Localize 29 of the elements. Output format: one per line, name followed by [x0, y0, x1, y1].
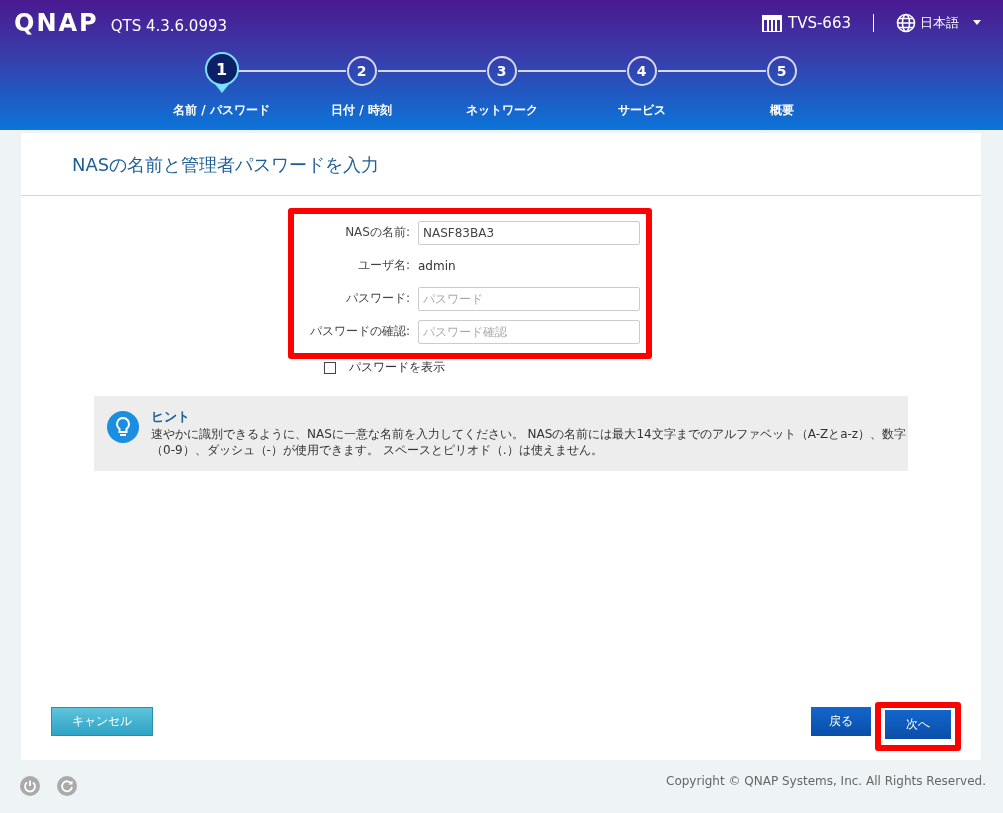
checkbox-label: パスワードを表示: [349, 359, 445, 376]
step-label: ネットワーク: [465, 102, 538, 119]
step-label: 名前 / パスワード: [173, 102, 270, 119]
field-label: パスワード:: [344, 290, 411, 307]
logo: QNAP: [14, 11, 99, 35]
hint-title: ヒント: [151, 408, 191, 426]
hint-text: 速やかに識別できるように、NASに一意な名前を入力してください。 NASの名前には最大14文字までのアルファベット（A-Zとa-z）、数字（0-9）、ダッシュ（-）が使用できます。 スペースとピリオド（.）は使えません。: [151, 426, 908, 458]
step-label: 概要: [769, 102, 794, 119]
step-number: 3: [486, 56, 517, 86]
step-label: 日付 / 時刻: [331, 102, 392, 119]
input-field[interactable]: NASF83BA3: [418, 220, 640, 245]
step-label: サービス: [617, 102, 666, 119]
step-number: 1: [204, 52, 239, 86]
field-value: admin: [418, 258, 456, 273]
step-number: 5: [766, 56, 797, 86]
step-number: 2: [346, 56, 377, 86]
back-button[interactable]: 戻る: [811, 706, 871, 736]
copyright-text: Copyright © QNAP Systems, Inc. All Rights Reserved.: [666, 774, 986, 788]
step-number: 4: [626, 56, 657, 86]
language-menu[interactable]: 日本語: [896, 13, 983, 33]
version-text: QTS 4.3.6.0993: [110, 17, 228, 35]
field-label: NASの名前:: [344, 224, 411, 241]
next-button[interactable]: 次へ: [885, 710, 951, 739]
input-field[interactable]: パスワード: [418, 286, 640, 311]
input-field[interactable]: パスワード確認: [418, 319, 640, 344]
field-label: パスワードの確認:: [308, 323, 411, 340]
panel-title: NASの名前と管理者パスワードを入力: [21, 133, 981, 196]
device-name: TVS-663: [788, 14, 851, 32]
field-label: ユーザ名:: [356, 257, 411, 274]
